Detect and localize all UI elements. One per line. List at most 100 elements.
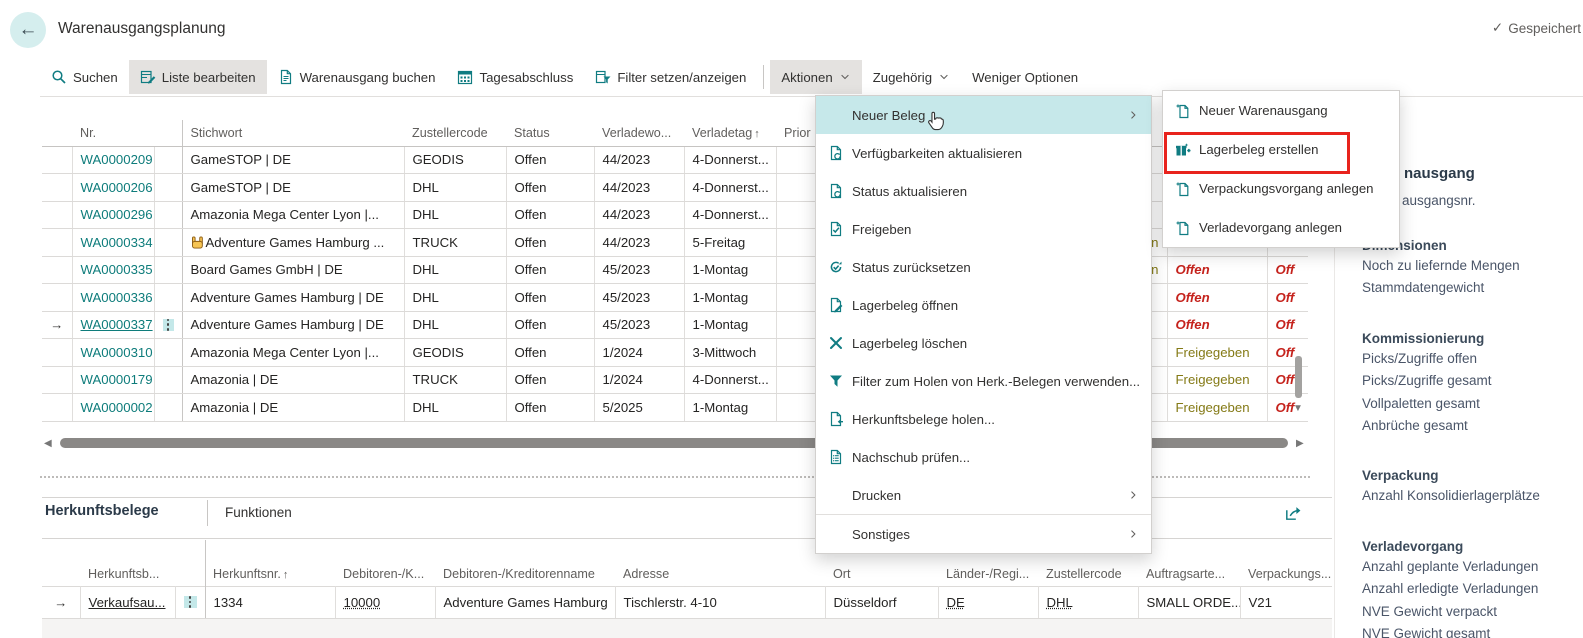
- menu-item-verfügbarkeiten-aktualisieren[interactable]: Verfügbarkeiten aktualisieren: [816, 134, 1151, 172]
- cell-verladewoche[interactable]: 1/2024: [594, 366, 684, 394]
- cell-zustellercode[interactable]: DHL: [404, 311, 506, 339]
- submenu-item-neuer-warenausgang[interactable]: Neuer Warenausgang: [1163, 91, 1399, 130]
- row-more-cell[interactable]: [154, 311, 182, 339]
- cell-status[interactable]: Offen: [506, 366, 594, 394]
- cell-verladetag[interactable]: 5-Freitag: [684, 229, 776, 257]
- cell-verladewoche[interactable]: 44/2023: [594, 174, 684, 202]
- shipment-link[interactable]: WA0000337: [81, 317, 153, 332]
- menu-item-nachschub-prüfen-[interactable]: Nachschub prüfen...: [816, 438, 1151, 476]
- cell-verladetag[interactable]: 1-Montag: [684, 311, 776, 339]
- row-more-cell[interactable]: [154, 174, 182, 202]
- source-column-header-debitoren-k-[interactable]: Debitoren-/K...: [335, 548, 435, 586]
- cell-status3[interactable]: Off: [1267, 284, 1308, 312]
- cell-debitoren-nr[interactable]: 10000: [335, 586, 435, 618]
- submenu-item-verpackungsvorgang-anlegen[interactable]: Verpackungsvorgang anlegen: [1163, 169, 1399, 208]
- toolbar-menu-aktionen[interactable]: Aktionen: [770, 60, 861, 94]
- shipment-link[interactable]: WA0000336: [81, 290, 153, 305]
- cell-status2[interactable]: Offen: [1167, 284, 1267, 312]
- shipment-link[interactable]: WA0000179: [81, 372, 153, 387]
- cell-verladewoche[interactable]: 1/2024: [594, 339, 684, 367]
- cell-stichwort[interactable]: Board Games GmbH | DE: [182, 256, 404, 284]
- open-part-icon[interactable]: [1284, 504, 1302, 522]
- row-selector-cell[interactable]: [42, 201, 72, 229]
- cell-verladewoche[interactable]: 45/2023: [594, 256, 684, 284]
- cell-status2[interactable]: Freigegeben: [1167, 339, 1267, 367]
- row-more-cell[interactable]: [154, 256, 182, 284]
- menu-item-drucken[interactable]: Drucken: [816, 476, 1151, 514]
- cell-zustellercode[interactable]: GEODIS: [404, 339, 506, 367]
- toolbar-button-filter-setzen-anzeigen[interactable]: Filter setzen/anzeigen: [584, 60, 757, 94]
- cell-laender-region-link[interactable]: DE: [947, 595, 965, 610]
- toolbar-menu-weniger-optionen[interactable]: Weniger Optionen: [961, 60, 1089, 94]
- source-column-header-debitoren-kreditorenname[interactable]: Debitoren-/Kreditorenname: [435, 548, 615, 586]
- cell-nr[interactable]: WA0000335: [72, 256, 154, 284]
- cell-status[interactable]: Offen: [506, 174, 594, 202]
- cell-status3[interactable]: Off: [1267, 311, 1308, 339]
- column-header-verladewo-[interactable]: Verladewo...: [594, 120, 684, 146]
- back-button[interactable]: ←: [10, 12, 46, 48]
- source-column-header-verpackungs-[interactable]: Verpackungs...: [1240, 548, 1332, 586]
- cell-stichwort[interactable]: Amazonia Mega Center Lyon |...: [182, 201, 404, 229]
- cell-zustellercode[interactable]: TRUCK: [404, 366, 506, 394]
- menu-item-status-aktualisieren[interactable]: Status aktualisieren: [816, 172, 1151, 210]
- cell-verpackung[interactable]: V21: [1240, 586, 1332, 618]
- cell-status[interactable]: Offen: [506, 339, 594, 367]
- cell-stichwort[interactable]: Adventure Games Hamburg | DE: [182, 284, 404, 312]
- column-header-stichwort[interactable]: Stichwort: [182, 120, 404, 146]
- cell-status2[interactable]: Offen: [1167, 256, 1267, 284]
- toolbar-button-suchen[interactable]: Suchen: [40, 60, 129, 94]
- shipment-link[interactable]: WA0000002: [81, 400, 153, 415]
- cell-verladetag[interactable]: 1-Montag: [684, 256, 776, 284]
- cell-nr[interactable]: WA0000336: [72, 284, 154, 312]
- submenu-item-verladevorgang-anlegen[interactable]: Verladevorgang anlegen: [1163, 208, 1399, 247]
- row-selector-cell[interactable]: [42, 394, 72, 422]
- row-more-cell[interactable]: [154, 366, 182, 394]
- cell-name[interactable]: Adventure Games Hamburg: [435, 586, 615, 618]
- cell-adresse[interactable]: Tischlerstr. 4-10: [615, 586, 825, 618]
- cell-verladewoche[interactable]: 44/2023: [594, 229, 684, 257]
- scroll-down-icon[interactable]: ▼: [1293, 404, 1303, 414]
- menu-item-freigeben[interactable]: Freigeben: [816, 210, 1151, 248]
- cell-zustellercode[interactable]: DHL: [404, 201, 506, 229]
- cell-verladetag[interactable]: 4-Donnerst...: [684, 174, 776, 202]
- row-selector-cell[interactable]: [42, 339, 72, 367]
- cell-verladewoche[interactable]: 44/2023: [594, 201, 684, 229]
- row-selector-cell[interactable]: →: [42, 586, 80, 618]
- cell-zustellercode-link[interactable]: DHL: [1047, 595, 1073, 610]
- source-column-header-herkunftsnr-[interactable]: Herkunftsnr.↑: [205, 548, 335, 586]
- cell-verladetag[interactable]: 1-Montag: [684, 394, 776, 422]
- menu-item-filter-zum-holen-von-herk-belegen-verwenden-[interactable]: Filter zum Holen von Herk.-Belegen verwe…: [816, 362, 1151, 400]
- row-more-cell[interactable]: [175, 586, 205, 618]
- cell-status[interactable]: Offen: [506, 311, 594, 339]
- shipment-link[interactable]: WA0000296: [81, 207, 153, 222]
- cell-stichwort[interactable]: GameSTOP | DE: [182, 146, 404, 174]
- row-more-cell[interactable]: [154, 394, 182, 422]
- more-options-icon[interactable]: [184, 596, 197, 608]
- cell-nr[interactable]: WA0000296: [72, 201, 154, 229]
- row-selector-cell[interactable]: [42, 256, 72, 284]
- cell-debitoren-nr-link[interactable]: 10000: [344, 595, 381, 610]
- cell-status[interactable]: Offen: [506, 394, 594, 422]
- cell-herkunftsbelegart[interactable]: Verkaufsau...: [80, 586, 175, 618]
- source-table-row[interactable]: →Verkaufsau... 1334 10000 Adventure Games H…: [42, 586, 1332, 618]
- cell-herkunftsnr[interactable]: 1334: [205, 586, 335, 618]
- cell-verladewoche[interactable]: 45/2023: [594, 311, 684, 339]
- cell-status[interactable]: Offen: [506, 256, 594, 284]
- row-more-cell[interactable]: [154, 339, 182, 367]
- menu-item-herkunftsbelege-holen-[interactable]: Herkunftsbelege holen...: [816, 400, 1151, 438]
- source-column-header-herkunftsb-[interactable]: Herkunftsb...: [80, 548, 175, 586]
- cell-auftragsart[interactable]: SMALL ORDE...: [1138, 586, 1240, 618]
- cell-zustellercode[interactable]: DHL: [404, 284, 506, 312]
- cell-stichwort[interactable]: Adventure Games Hamburg ...: [182, 229, 404, 257]
- cell-status[interactable]: Offen: [506, 146, 594, 174]
- cell-nr[interactable]: WA0000206: [72, 174, 154, 202]
- toolbar-button-warenausgang-buchen[interactable]: Warenausgang buchen: [267, 60, 447, 94]
- cell-verladetag[interactable]: 3-Mittwoch: [684, 339, 776, 367]
- row-more-cell[interactable]: [154, 229, 182, 257]
- shipment-link[interactable]: WA0000335: [81, 262, 153, 277]
- menu-item-neuer-beleg[interactable]: Neuer Beleg: [816, 96, 1151, 134]
- cell-stichwort[interactable]: Amazonia Mega Center Lyon |...: [182, 339, 404, 367]
- cell-status[interactable]: Offen: [506, 229, 594, 257]
- scroll-right-icon[interactable]: ▶: [1296, 439, 1304, 449]
- cell-status[interactable]: Offen: [506, 201, 594, 229]
